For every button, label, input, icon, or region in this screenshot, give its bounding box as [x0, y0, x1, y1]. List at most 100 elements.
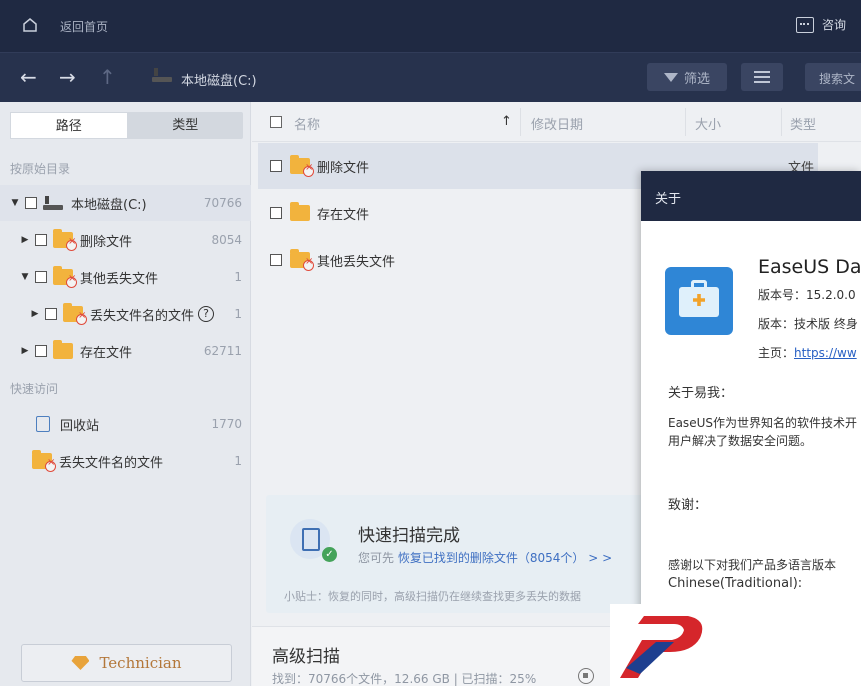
advanced-scan-title: 高级扫描 — [272, 647, 340, 667]
thanks-text: 感谢以下对我们产品多语言版本 — [668, 558, 837, 572]
app-logo-icon — [665, 267, 733, 335]
p-logo-icon — [620, 616, 703, 678]
file-name: 删除文件 — [317, 160, 370, 176]
expand-triangle-icon[interactable]: ▶ — [20, 346, 30, 356]
deleted-folder-icon — [290, 155, 314, 177]
tree-item-lost-name-files[interactable]: ▶ 丢失文件名的文件 ? 1 — [0, 296, 251, 332]
tree-item-other-lost-files[interactable]: ▼ 其他丢失文件 1 — [0, 259, 251, 295]
navigation-bar: ← → ↑ 本地磁盘(C:) 筛选 搜索文 — [0, 52, 861, 102]
list-view-button[interactable] — [741, 63, 783, 91]
column-header: 名称 ↑ 修改日期 大小 类型 — [252, 102, 861, 142]
recover-arrows-link[interactable]: > > — [588, 551, 612, 565]
thanks-label: 致谢： — [668, 498, 708, 513]
checkbox[interactable] — [35, 234, 47, 246]
forward-arrow-icon[interactable]: → — [59, 65, 76, 89]
scan-card-subtitle: 您可先 恢复已找到的删除文件（8054个） > > — [358, 549, 612, 566]
item-count: 62711 — [203, 344, 242, 358]
file-name: 存在文件 — [317, 207, 370, 223]
edition: 版本：技术版 终身 — [758, 317, 858, 331]
homepage: 主页：https://ww — [758, 344, 857, 361]
quick-item-lost-name-files[interactable]: 丢失文件名的文件 1 — [0, 443, 251, 479]
advanced-scan-stats: 找到：70766个文件，12.66 GB | 已扫描：25% — [272, 672, 537, 686]
back-home-link[interactable]: 返回首页 — [60, 18, 108, 35]
item-count: 1770 — [211, 417, 242, 431]
tree-item-local-disk[interactable]: ▼ 本地磁盘(C:) 70766 — [0, 185, 251, 221]
tree-item-label: 存在文件 — [80, 345, 133, 361]
help-icon[interactable]: ? — [198, 306, 215, 322]
column-type[interactable]: 类型 — [790, 114, 816, 133]
menu-line — [754, 71, 770, 73]
back-arrow-icon[interactable]: ← — [20, 65, 37, 89]
technician-label: Technician — [99, 654, 182, 672]
check-icon: ✓ — [322, 547, 337, 562]
tree-item-existing-files[interactable]: ▶ 存在文件 62711 — [0, 333, 251, 369]
technician-button[interactable]: Technician — [21, 644, 232, 682]
column-divider — [781, 108, 782, 136]
checkbox[interactable] — [35, 345, 47, 357]
language-line: Chinese(Traditional): — [668, 576, 803, 591]
scan-card-prefix: 您可先 — [358, 551, 395, 565]
expand-triangle-icon[interactable]: ▼ — [20, 272, 30, 282]
drive-icon — [43, 196, 63, 210]
file-name: 其他丢失文件 — [317, 254, 396, 270]
scan-tip: 小贴士：恢复的同时，高级扫描仍在继续查找更多丢失的数据 — [284, 590, 581, 603]
quick-item-label: 回收站 — [60, 418, 100, 434]
tree-item-label: 本地磁盘(C:) — [71, 197, 147, 213]
lost-folder-icon — [63, 303, 87, 325]
folder-icon — [290, 202, 310, 221]
expand-triangle-icon[interactable]: ▶ — [20, 235, 30, 245]
tab-path[interactable]: 路径 — [10, 112, 128, 139]
about-text-line: EaseUS作为世界知名的软件技术开 — [668, 416, 857, 430]
about-company-label: 关于易我： — [668, 386, 734, 401]
tab-type[interactable]: 类型 — [128, 112, 244, 139]
select-all-checkbox[interactable] — [270, 116, 282, 128]
about-text-line: 用户解决了数据安全问题。 — [668, 434, 813, 448]
up-arrow-icon[interactable]: ↑ — [99, 65, 116, 89]
column-modified[interactable]: 修改日期 — [531, 114, 583, 133]
column-name[interactable]: 名称 — [294, 114, 320, 133]
tree-item-label: 丢失文件名的文件 — [90, 308, 195, 324]
filter-label: 筛选 — [683, 71, 710, 87]
filter-button[interactable]: 筛选 — [647, 63, 727, 91]
checkbox[interactable] — [270, 207, 282, 219]
item-count: 8054 — [211, 233, 242, 247]
deleted-folder-icon — [53, 229, 77, 251]
item-count: 1 — [234, 270, 242, 284]
view-toggle: 路径 类型 — [10, 112, 243, 139]
checkbox[interactable] — [270, 160, 282, 172]
column-divider — [685, 108, 686, 136]
tree-item-deleted-files[interactable]: ▶ 删除文件 8054 — [0, 222, 251, 258]
tree-item-label: 其他丢失文件 — [80, 271, 159, 287]
checkbox[interactable] — [25, 197, 37, 209]
homepage-link[interactable]: https://ww — [794, 346, 857, 360]
version-number: 版本号：15.2.0.0 — [758, 288, 856, 302]
home-icon[interactable] — [22, 17, 38, 33]
sidebar: 路径 类型 按原始目录 ▼ 本地磁盘(C:) 70766 ▶ 删除文件 8054… — [0, 102, 251, 686]
recover-deleted-link[interactable]: 恢复已找到的删除文件（8054个） — [398, 551, 585, 565]
drive-icon — [152, 68, 172, 84]
menu-line — [754, 76, 770, 78]
checkbox[interactable] — [35, 271, 47, 283]
quick-item-recycle-bin[interactable]: 回收站 1770 — [0, 406, 251, 442]
recycle-bin-icon — [36, 416, 50, 432]
diamond-icon — [71, 656, 90, 670]
stop-icon[interactable] — [578, 668, 594, 684]
section-original-dir: 按原始目录 — [10, 162, 71, 176]
quick-item-label: 丢失文件名的文件 — [59, 455, 164, 471]
breadcrumb[interactable]: 本地磁盘(C:) — [181, 70, 257, 89]
expand-triangle-icon[interactable]: ▼ — [10, 198, 20, 208]
sort-asc-icon[interactable]: ↑ — [501, 114, 512, 129]
homepage-label: 主页： — [758, 346, 795, 360]
checkbox[interactable] — [45, 308, 57, 320]
search-input[interactable]: 搜索文 — [805, 63, 861, 91]
item-count: 70766 — [203, 196, 242, 210]
expand-triangle-icon[interactable]: ▶ — [30, 309, 40, 319]
watermark-logo — [610, 604, 861, 686]
consult-button[interactable]: 咨询 — [796, 16, 846, 33]
menu-line — [754, 81, 770, 83]
item-count: 1 — [234, 307, 242, 321]
about-dialog-title: 关于 — [641, 171, 861, 221]
item-count: 1 — [234, 454, 242, 468]
column-size[interactable]: 大小 — [695, 114, 721, 133]
checkbox[interactable] — [270, 254, 282, 266]
